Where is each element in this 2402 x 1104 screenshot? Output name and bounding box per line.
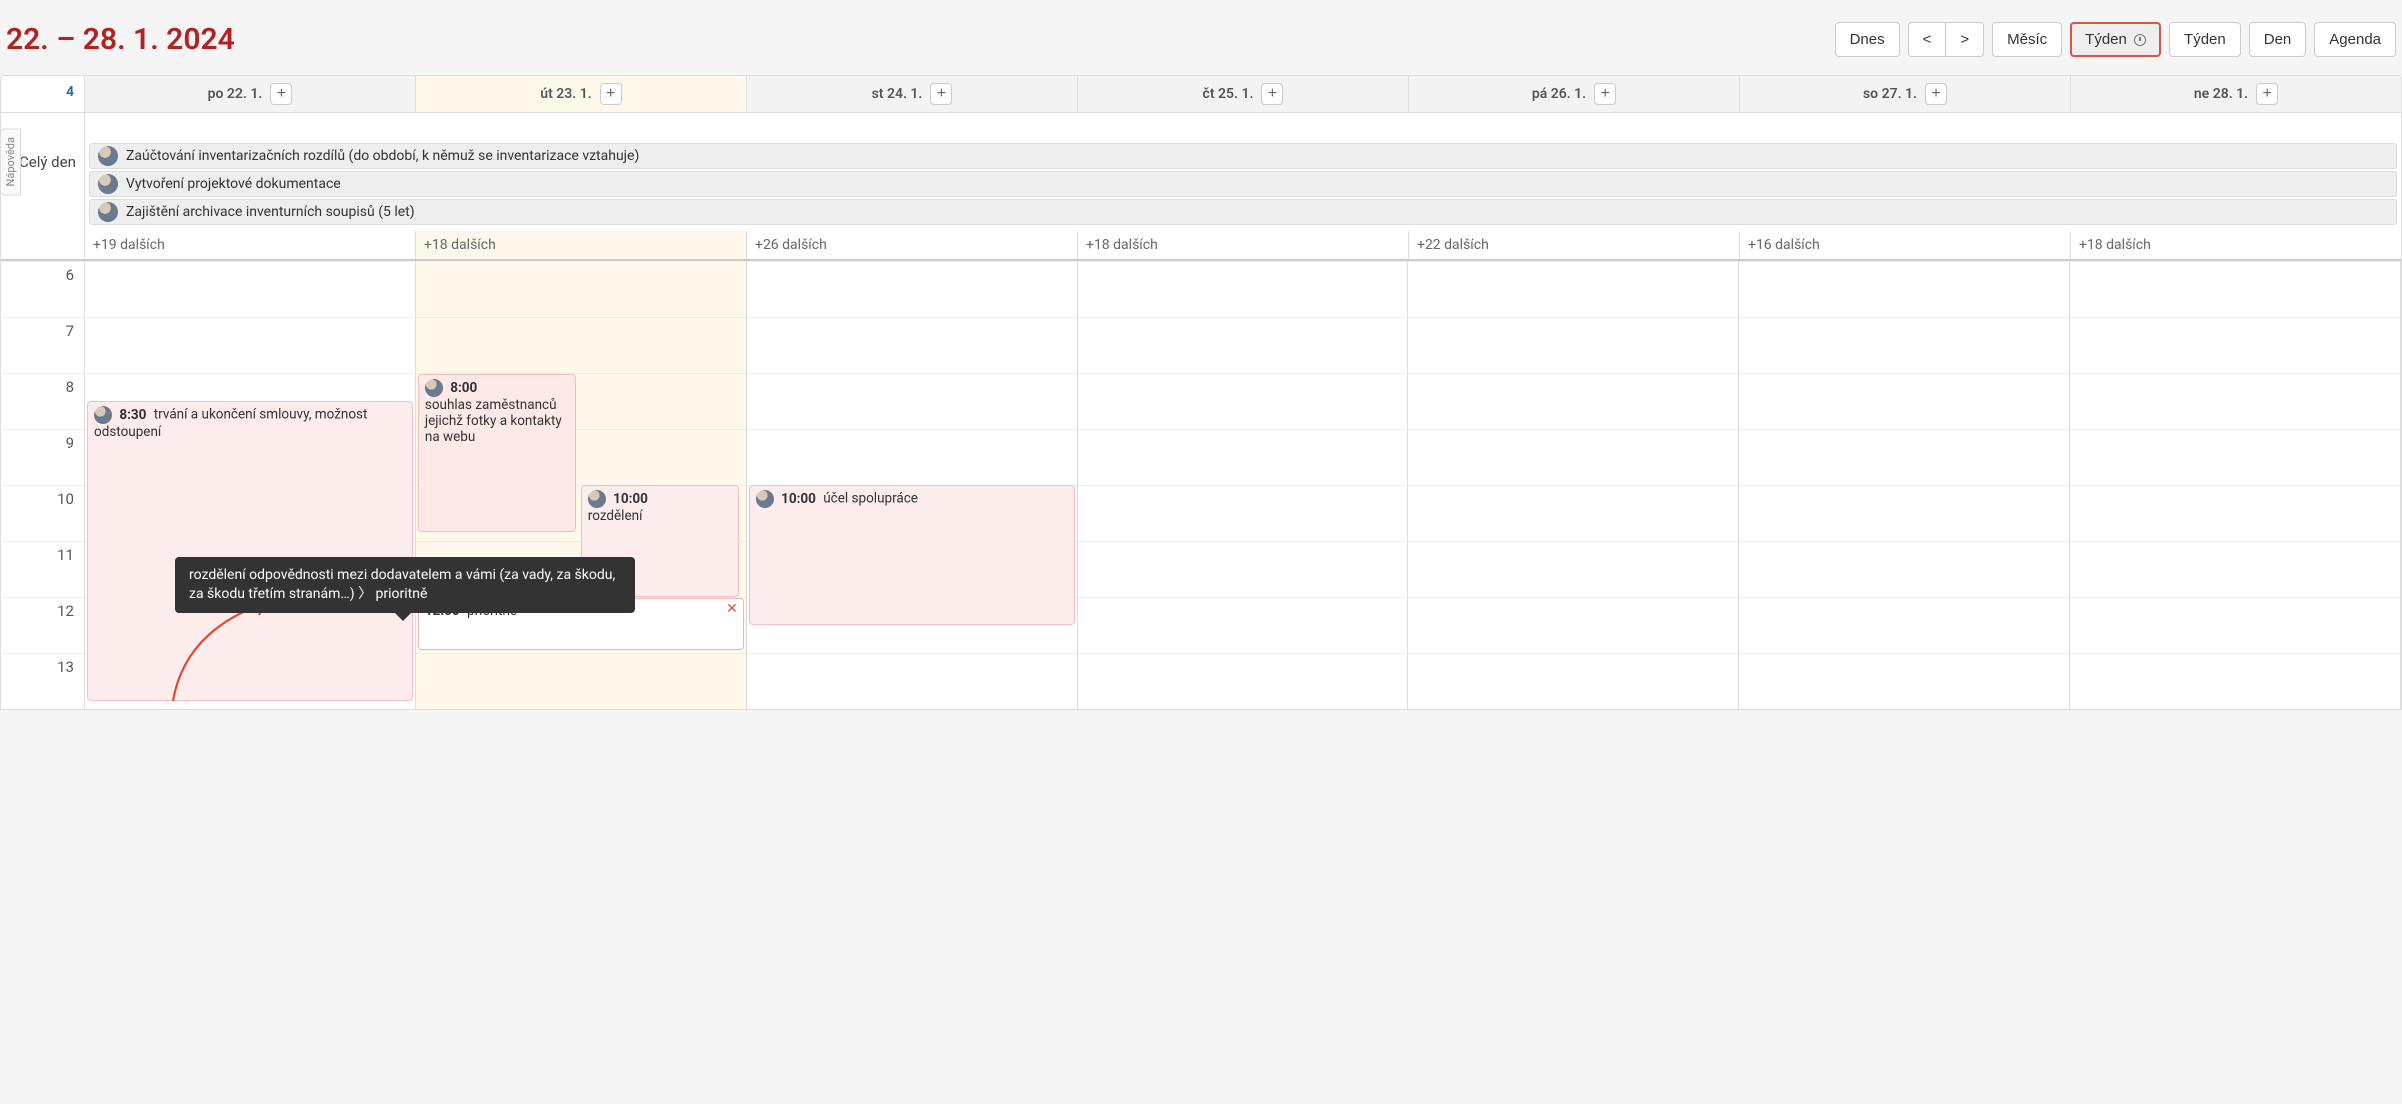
day-view-button[interactable]: Den: [2249, 22, 2307, 57]
day-header-wed[interactable]: st 24. 1. +: [747, 76, 1078, 112]
avatar: [98, 146, 118, 166]
allday-event-title: Zajištění archivace inventurních soupisů…: [126, 204, 415, 220]
day-label: st 24. 1.: [872, 86, 923, 102]
avatar: [94, 406, 112, 424]
timed-event[interactable]: 8:30 trvání a ukončení smlouvy, možnost …: [87, 401, 413, 701]
calendar: 4 po 22. 1. + út 23. 1. + st 24. 1. + čt…: [0, 75, 2402, 710]
day-label: pá 26. 1.: [1532, 86, 1586, 102]
hour-label: 8: [1, 373, 84, 429]
view-toolbar: Dnes < > Měsíc Týden Týden Den Agenda: [1835, 22, 2396, 57]
avatar: [588, 490, 606, 508]
allday-event[interactable]: Zaúčtování inventarizačních rozdílů (do …: [89, 143, 2397, 169]
event-time: 12:00: [425, 603, 460, 619]
add-event-button[interactable]: +: [600, 83, 622, 105]
next-button[interactable]: >: [1945, 22, 1984, 57]
timed-event[interactable]: 12:00 prioritně ✕: [418, 598, 744, 650]
allday-row: Celý den Zaúčtování inventarizačních roz…: [1, 113, 2401, 261]
day-column-fri[interactable]: [1408, 261, 1739, 709]
allday-more-link[interactable]: +18 dalších: [2071, 231, 2401, 259]
day-header-sun[interactable]: ne 28. 1. +: [2071, 76, 2401, 112]
agenda-view-button[interactable]: Agenda: [2314, 22, 2396, 57]
hour-label: 11: [1, 541, 84, 597]
event-time: 8:00: [450, 380, 477, 396]
day-header-fri[interactable]: pá 26. 1. +: [1409, 76, 1740, 112]
day-column-sun[interactable]: [2070, 261, 2401, 709]
hour-label: 10: [1, 485, 84, 541]
day-header-sat[interactable]: so 27. 1. +: [1740, 76, 2071, 112]
day-label: ne 28. 1.: [2194, 86, 2248, 102]
today-button[interactable]: Dnes: [1835, 22, 1900, 57]
add-event-button[interactable]: +: [1261, 83, 1283, 105]
avatar: [98, 174, 118, 194]
add-event-button[interactable]: +: [270, 83, 292, 105]
day-column-mon[interactable]: 8:30 trvání a ukončení smlouvy, možnost …: [85, 261, 416, 709]
add-event-button[interactable]: +: [930, 83, 952, 105]
day-header-tue[interactable]: út 23. 1. +: [416, 76, 747, 112]
allday-more-link[interactable]: +16 dalších: [1740, 231, 2071, 259]
allday-event[interactable]: Vytvoření projektové dokumentace: [89, 171, 2397, 197]
event-title: prioritně: [467, 603, 517, 619]
day-label: so 27. 1.: [1863, 86, 1917, 102]
allday-more-link[interactable]: +18 dalších: [416, 231, 747, 259]
clock-icon: [2134, 34, 2146, 46]
nav-button-group: < >: [1908, 22, 1985, 57]
allday-event[interactable]: Zajištění archivace inventurních soupisů…: [89, 199, 2397, 225]
month-view-button[interactable]: Měsíc: [1992, 22, 2062, 57]
event-title: souhlas zaměstnanců jejichž fotky a kont…: [425, 397, 562, 445]
event-time: 10:00: [781, 491, 816, 507]
date-range-title: 22. – 28. 1. 2024: [6, 22, 235, 57]
day-header-mon[interactable]: po 22. 1. +: [85, 76, 416, 112]
day-column-sat[interactable]: [1739, 261, 2070, 709]
allday-event-title: Vytvoření projektové dokumentace: [126, 176, 341, 192]
allday-event-title: Zaúčtování inventarizačních rozdílů (do …: [126, 148, 639, 164]
event-title: rozdělení: [588, 508, 643, 524]
day-header-row: 4 po 22. 1. + út 23. 1. + st 24. 1. + čt…: [1, 76, 2401, 113]
hour-label: 9: [1, 429, 84, 485]
week-clock-view-button[interactable]: Týden: [2070, 22, 2161, 57]
day-label: út 23. 1.: [540, 86, 591, 102]
timed-event[interactable]: 10:00 účel spolupráce: [749, 485, 1075, 625]
close-icon[interactable]: ✕: [726, 602, 738, 616]
week-clock-label: Týden: [2085, 31, 2127, 48]
avatar: [98, 202, 118, 222]
hour-label: 7: [1, 317, 84, 373]
event-time: 8:30: [119, 407, 146, 423]
avatar: [425, 379, 443, 397]
day-header-thu[interactable]: čt 25. 1. +: [1078, 76, 1409, 112]
allday-more-link[interactable]: +26 dalších: [747, 231, 1078, 259]
day-column-wed[interactable]: 10:00 účel spolupráce: [747, 261, 1078, 709]
day-label: čt 25. 1.: [1203, 86, 1254, 102]
timed-event[interactable]: 8:00 souhlas zaměstnanců jejichž fotky a…: [418, 374, 576, 532]
allday-more-link[interactable]: +22 dalších: [1409, 231, 1740, 259]
hour-label: 6: [1, 261, 84, 317]
add-event-button[interactable]: +: [2256, 83, 2278, 105]
time-gutter: 6 7 8 9 10 11 12 13: [1, 261, 85, 709]
avatar: [756, 490, 774, 508]
timed-event[interactable]: 10:00 rozdělení: [581, 485, 739, 597]
hour-label: 12: [1, 597, 84, 653]
day-label: po 22. 1.: [208, 86, 263, 102]
week-number: 4: [1, 76, 85, 112]
day-column-thu[interactable]: [1078, 261, 1409, 709]
event-title: účel spolupráce: [823, 491, 918, 507]
hour-label: 13: [1, 653, 84, 709]
allday-more-link[interactable]: +19 dalších: [85, 231, 416, 259]
add-event-button[interactable]: +: [1925, 83, 1947, 105]
allday-more-link[interactable]: +18 dalších: [1078, 231, 1409, 259]
day-column-tue[interactable]: 8:00 souhlas zaměstnanců jejichž fotky a…: [416, 261, 747, 709]
event-time: 10:00: [613, 491, 648, 507]
time-grid: 6 7 8 9 10 11 12 13 8:30 trvání a ukonče…: [1, 261, 2401, 709]
add-event-button[interactable]: +: [1594, 83, 1616, 105]
help-tab[interactable]: Nápověda: [0, 128, 21, 195]
week-view-button[interactable]: Týden: [2169, 22, 2241, 57]
prev-button[interactable]: <: [1908, 22, 1946, 57]
